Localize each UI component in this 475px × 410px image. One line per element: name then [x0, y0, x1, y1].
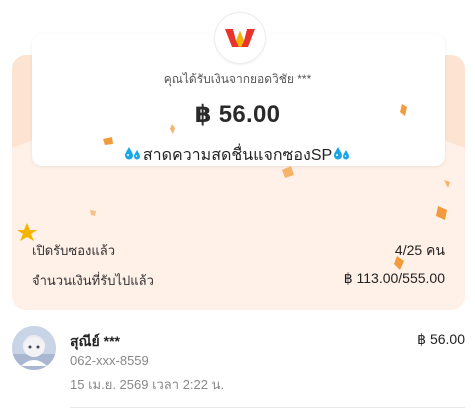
recipient-phone: 062-xxx-8559: [70, 353, 149, 368]
list-item[interactable]: สุณีย์ *** 062-xxx-8559 15 เม.ย. 2569 เว…: [12, 320, 465, 400]
opened-count-value: 4/25 คน: [394, 242, 445, 258]
recipient-name: สุณีย์ ***: [70, 333, 120, 349]
envelope-message-text: สาดความสดชื่นแจกซองSP: [142, 147, 333, 164]
water-drop-icon: [333, 146, 351, 167]
opened-count-row: เปิดรับซองแล้ว 4/25 คน: [32, 240, 445, 262]
confetti-star: [17, 223, 37, 241]
confetti-piece: [436, 206, 447, 220]
water-drop-icon: [124, 146, 142, 167]
confetti-piece: [444, 180, 450, 188]
received-amount: ฿ 56.00: [194, 101, 281, 128]
recipient-amount: ฿ 56.00: [417, 331, 465, 347]
wallet-logo-icon: [214, 12, 266, 64]
sender-text: คุณได้รับเงินจากยอดวิชัย ***: [163, 72, 312, 86]
received-amount-label: จำนวนเงินที่รับไปแล้ว: [32, 273, 154, 288]
received-amount-row: จำนวนเงินที่รับไปแล้ว ฿ 113.00/555.00: [32, 270, 445, 291]
list-divider: [70, 407, 465, 408]
red-envelope-detail-page: คุณได้รับเงินจากยอดวิชัย *** ฿ 56.00 สาด…: [0, 0, 475, 410]
envelope-message: สาดความสดชื่นแจกซองSP: [0, 143, 475, 168]
opened-count-label: เปิดรับซองแล้ว: [32, 243, 115, 258]
avatar: [12, 326, 56, 370]
recipient-date: 15 เม.ย. 2569 เวลา 2:22 น.: [70, 377, 225, 392]
confetti-piece: [90, 210, 96, 216]
received-amount-value: ฿ 113.00/555.00: [343, 270, 445, 286]
